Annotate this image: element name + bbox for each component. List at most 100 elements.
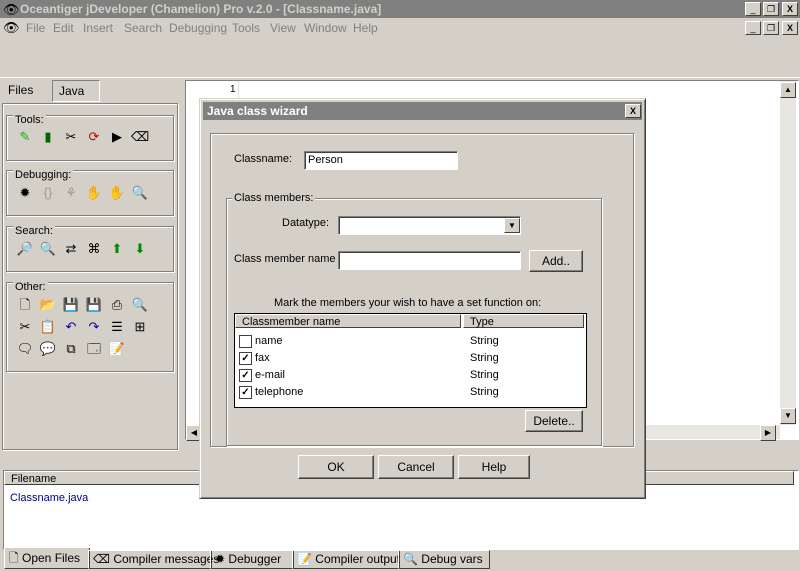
refresh-icon[interactable]: ⟳	[86, 129, 102, 145]
eraser-icon[interactable]: ⌫	[131, 129, 149, 145]
comment-icon[interactable]: 🗨	[17, 341, 34, 357]
wand-icon[interactable]: ✎	[17, 129, 33, 145]
row-member-name: telephone	[255, 386, 304, 398]
redo-icon[interactable]: ↷	[86, 319, 102, 335]
bug-icon[interactable]: ✹	[17, 185, 33, 201]
down-arrow-icon[interactable]: ⬇	[132, 241, 148, 257]
row-checkbox[interactable]: ✓	[239, 352, 252, 365]
tab-java[interactable]: Java	[52, 80, 100, 102]
left-panel: Files Java Tools: ✎ ▮ ✂ ⟳ ▶ ⌫ Debugging:…	[0, 78, 180, 466]
menu-view[interactable]: View	[270, 21, 296, 35]
undo-icon[interactable]: ↶	[63, 319, 79, 335]
tab-open-files-label: Open Files	[22, 551, 81, 565]
datatype-select[interactable]: ▼	[338, 216, 521, 235]
tab-compiler-output[interactable]: 📝 Compiler output	[292, 550, 400, 569]
java-class-wizard-dialog: Java class wizard X Classname: Person Cl…	[199, 98, 646, 499]
add-member-button[interactable]: Add..	[529, 250, 583, 272]
stop-hand-icon[interactable]: ✋	[109, 185, 125, 201]
tab-open-files[interactable]: 🗋 Open Files	[4, 548, 90, 569]
restore-button[interactable]: ❐	[763, 2, 779, 16]
print-preview-icon[interactable]: 🔍	[132, 297, 148, 313]
column-header-type[interactable]: Type	[463, 314, 584, 328]
row-checkbox[interactable]	[239, 335, 252, 348]
inspect-icon[interactable]: 🔍	[132, 185, 148, 201]
table-row[interactable]: ✓ telephone String	[235, 384, 584, 401]
member-name-input[interactable]	[338, 251, 521, 270]
tab-files[interactable]: Files	[2, 80, 39, 100]
table-row[interactable]: name String	[235, 333, 584, 350]
cut-icon[interactable]: ✂	[17, 319, 33, 335]
save-icon[interactable]: 💾	[63, 297, 79, 313]
menu-debugging[interactable]: Debugging	[169, 21, 227, 35]
properties-icon[interactable]: 🗔	[86, 341, 102, 357]
run-icon[interactable]: ▶	[109, 129, 125, 145]
vertical-scrollbar[interactable]: ▲ ▼	[780, 81, 796, 425]
close-button[interactable]: X	[782, 2, 798, 16]
save-all-icon[interactable]: 💾	[86, 297, 102, 313]
members-table[interactable]: Classmember name Type name String ✓ fax …	[234, 313, 587, 408]
tools-group: Tools: ✎ ▮ ✂ ⟳ ▶ ⌫	[6, 114, 174, 161]
tab-compiler-messages[interactable]: ⌫ Compiler messages	[88, 550, 219, 569]
menu-insert[interactable]: Insert	[83, 21, 113, 35]
notes-icon[interactable]: 📝	[109, 341, 125, 357]
row-checkbox[interactable]: ✓	[239, 386, 252, 399]
debugging-label: Debugging:	[13, 169, 74, 181]
doc-minimize-button[interactable]: _	[745, 21, 761, 35]
indent-icon[interactable]: ☰	[109, 319, 125, 335]
eraser-small-icon: ⌫	[93, 552, 110, 566]
row-checkbox[interactable]: ✓	[239, 369, 252, 382]
menu-search[interactable]: Search	[124, 21, 162, 35]
cancel-button[interactable]: Cancel	[378, 455, 454, 479]
chevron-down-icon[interactable]: ▼	[504, 218, 520, 233]
scroll-down-button[interactable]: ▼	[780, 408, 796, 424]
output-small-icon: 📝	[297, 552, 312, 566]
dialog-title-bar[interactable]: Java class wizard X	[203, 102, 642, 120]
menu-file[interactable]: File	[26, 21, 45, 35]
up-arrow-icon[interactable]: ⬆	[109, 241, 125, 257]
doc-restore-button[interactable]: ❐	[763, 21, 779, 35]
dialog-title: Java class wizard	[207, 104, 308, 118]
row-member-type: String	[470, 386, 499, 398]
open-folder-icon[interactable]: 📂	[40, 297, 56, 313]
tab-debugger[interactable]: ✹ Debugger	[210, 550, 294, 569]
step-icon[interactable]: ⚘	[63, 185, 79, 201]
menu-window[interactable]: Window	[304, 21, 347, 35]
menu-bar: 👁 File Edit Insert Search Debugging Tool…	[0, 18, 800, 38]
tab-debug-vars-label: Debug vars	[421, 552, 483, 566]
scroll-up-button[interactable]: ▲	[780, 82, 796, 98]
find-next-icon[interactable]: 🔍	[40, 241, 56, 257]
open-file-item[interactable]: Classname.java	[10, 492, 88, 504]
minimize-button[interactable]: _	[745, 2, 761, 16]
new-file-icon[interactable]: 🗋	[17, 297, 33, 313]
help-button[interactable]: Help	[458, 455, 530, 479]
dialog-close-button[interactable]: X	[625, 104, 641, 118]
app-title-bar[interactable]: 👁 Oceantiger jDeveloper (Chamelion) Pro …	[0, 0, 800, 18]
structure-icon[interactable]: ⊞	[132, 319, 148, 335]
tab-debug-vars[interactable]: 🔍 Debug vars	[398, 550, 490, 569]
other-label: Other:	[13, 281, 48, 293]
class-members-label: Class members:	[232, 192, 316, 204]
copy-icon[interactable]: ⧉	[63, 341, 79, 357]
classname-input[interactable]: Person	[304, 151, 458, 170]
paste-icon[interactable]: 📋	[40, 319, 56, 335]
print-icon[interactable]: ⎙	[109, 297, 125, 313]
delete-member-button[interactable]: Delete..	[525, 410, 583, 432]
find-icon[interactable]: 🔎	[17, 241, 33, 257]
menu-tools[interactable]: Tools	[232, 21, 260, 35]
speech-bubble-icon[interactable]: 💬	[40, 341, 56, 357]
menu-help[interactable]: Help	[353, 21, 378, 35]
table-row[interactable]: ✓ e-mail String	[235, 367, 584, 384]
phone-icon[interactable]: ▮	[40, 129, 56, 145]
line-number: 1	[230, 84, 236, 95]
braces-icon[interactable]: {}	[40, 185, 56, 201]
hand-icon[interactable]: ✋	[86, 185, 102, 201]
table-row[interactable]: ✓ fax String	[235, 350, 584, 367]
scroll-right-button[interactable]: ▶	[760, 425, 776, 441]
menu-edit[interactable]: Edit	[53, 21, 74, 35]
binoculars-icon[interactable]: ⌘	[86, 241, 102, 257]
ok-button[interactable]: OK	[298, 455, 374, 479]
doc-close-button[interactable]: X	[782, 21, 798, 35]
column-header-name[interactable]: Classmember name	[235, 314, 461, 328]
replace-icon[interactable]: ⇄	[63, 241, 79, 257]
scissors-eye-icon[interactable]: ✂	[63, 129, 79, 145]
